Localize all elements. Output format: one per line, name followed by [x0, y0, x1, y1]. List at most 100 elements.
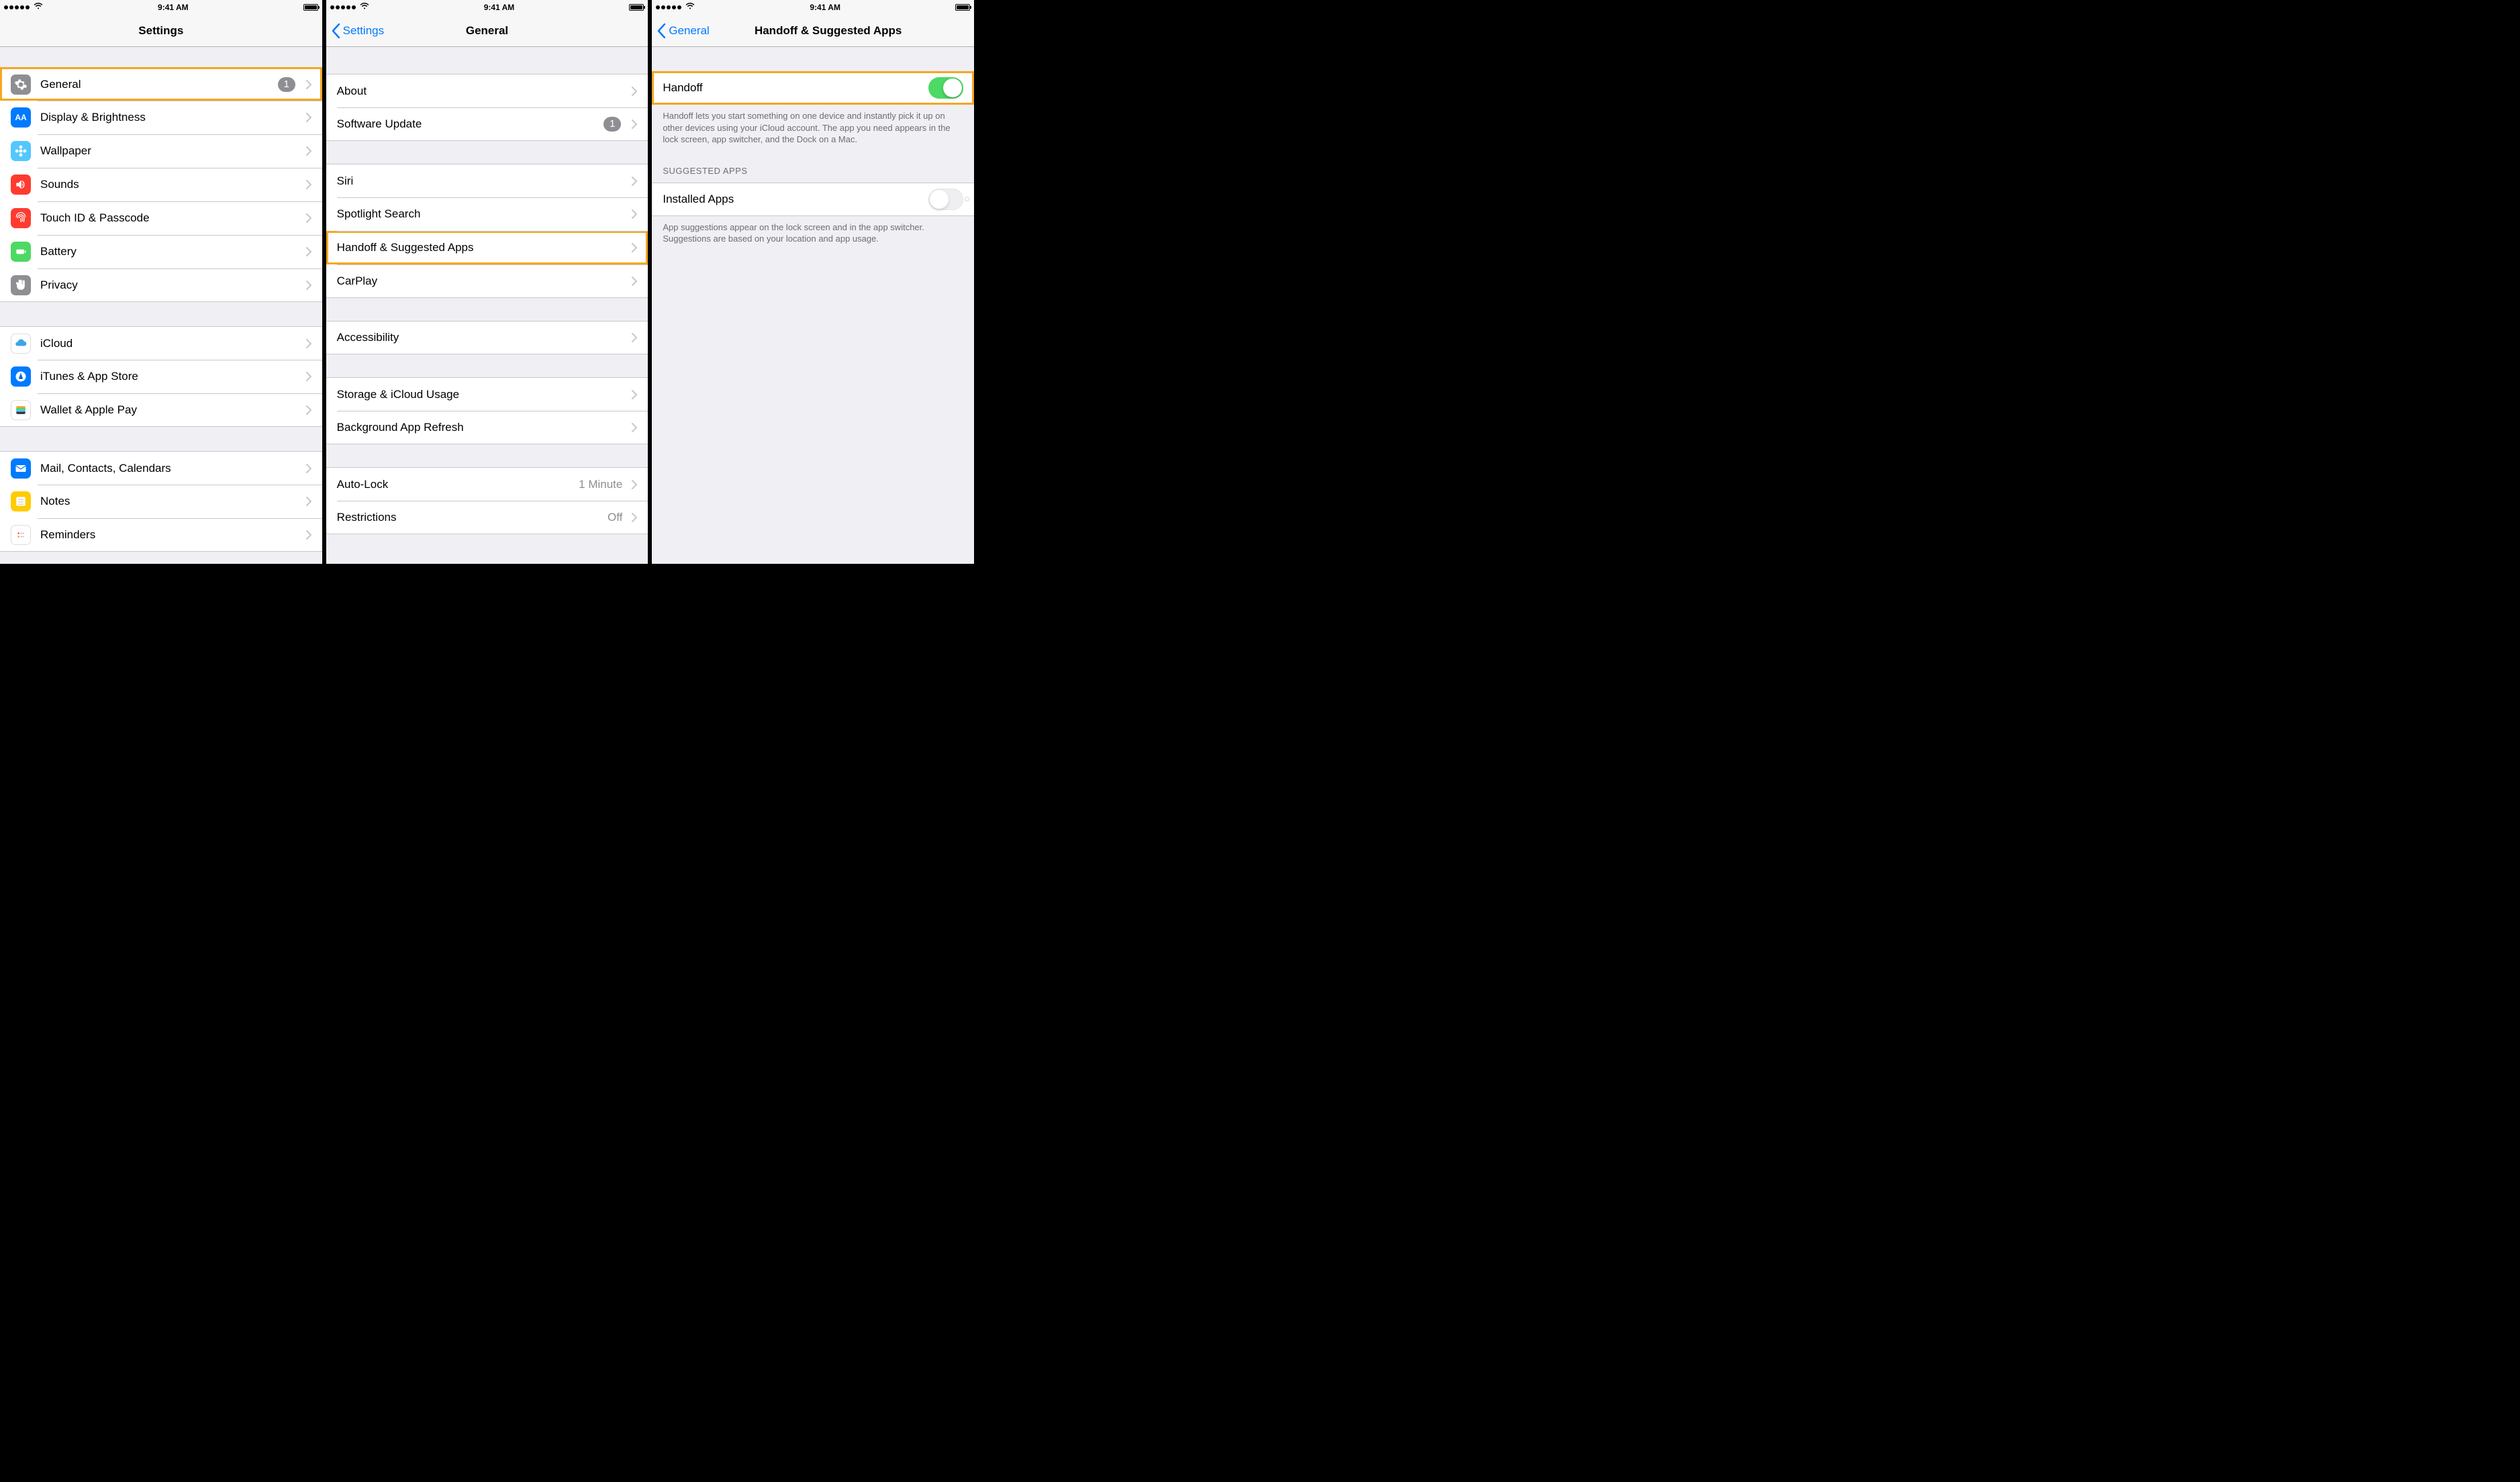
autolock-cell[interactable]: Auto-Lock1 Minute — [326, 467, 648, 501]
chevron-icon — [632, 390, 637, 399]
wallet-label: Wallet & Apple Pay — [40, 403, 301, 417]
chevron-icon — [632, 333, 637, 342]
carplay-label: CarPlay — [337, 275, 627, 288]
status-time: 9:41 AM — [810, 3, 840, 12]
battery-icon — [303, 4, 318, 11]
storage-cell[interactable]: Storage & iCloud Usage — [326, 377, 648, 411]
accessibility-cell[interactable]: Accessibility — [326, 321, 648, 354]
carplay-cell[interactable]: CarPlay — [326, 264, 648, 298]
bgrefresh-cell[interactable]: Background App Refresh — [326, 411, 648, 444]
chevron-icon — [306, 464, 311, 473]
wifi-icon — [360, 3, 369, 12]
accessibility-label: Accessibility — [337, 331, 627, 344]
handoff-label: Handoff & Suggested Apps — [337, 241, 627, 254]
handoff-toggle-cell[interactable]: Handoff — [652, 71, 974, 105]
notes-label: Notes — [40, 495, 301, 508]
gear-icon — [11, 75, 31, 95]
spotlight-label: Spotlight Search — [337, 207, 627, 221]
back-label: General — [669, 24, 709, 38]
display-cell[interactable]: AADisplay & Brightness — [0, 101, 322, 134]
siri-cell[interactable]: Siri — [326, 164, 648, 197]
handoff-label: Handoff — [663, 81, 928, 95]
general-list[interactable]: AboutSoftware Update1 Siri Spotlight Searc… — [326, 47, 648, 564]
hand-icon — [11, 275, 31, 295]
reminders-icon — [11, 525, 31, 545]
status-time: 9:41 AM — [158, 3, 189, 12]
appstore-icon — [11, 366, 31, 387]
general-cell[interactable]: General1 — [0, 67, 322, 101]
settings-list[interactable]: General1AADisplay & BrightnessWallpaper S… — [0, 47, 322, 564]
reminders-cell[interactable]: Reminders — [0, 518, 322, 552]
touchid-label: Touch ID & Passcode — [40, 211, 301, 225]
about-cell[interactable]: About — [326, 74, 648, 107]
status-time: 9:41 AM — [484, 3, 515, 12]
installed-apps-toggle-cell[interactable]: Installed Apps — [652, 183, 974, 216]
installed-apps-switch[interactable] — [928, 189, 963, 210]
chevron-icon — [632, 277, 637, 286]
nav-bar: Settings — [0, 15, 322, 47]
wallpaper-cell[interactable]: Wallpaper — [0, 134, 322, 168]
battery-icon — [11, 242, 31, 262]
speaker-icon — [11, 175, 31, 195]
cloud-icon — [11, 334, 31, 354]
reminders-label: Reminders — [40, 528, 301, 542]
touchid-cell[interactable]: Touch ID & Passcode — [0, 201, 322, 235]
chevron-icon — [306, 372, 311, 381]
itunes-cell[interactable]: iTunes & App Store — [0, 360, 322, 393]
AA-icon: AA — [11, 107, 31, 128]
privacy-label: Privacy — [40, 279, 301, 292]
flower-icon — [11, 141, 31, 161]
mail-label: Mail, Contacts, Calendars — [40, 462, 301, 475]
chevron-icon — [632, 119, 637, 129]
handoff-cell[interactable]: Handoff & Suggested Apps — [326, 231, 648, 264]
fingerprint-icon — [11, 208, 31, 228]
chevron-icon — [306, 247, 311, 256]
chevron-icon — [306, 113, 311, 122]
autolock-detail: 1 Minute — [579, 478, 622, 491]
mail-icon — [11, 458, 31, 479]
signal-strength — [4, 3, 43, 12]
mail-cell[interactable]: Mail, Contacts, Calendars — [0, 451, 322, 485]
signal-strength — [656, 3, 695, 12]
chevron-icon — [306, 405, 311, 415]
notes-cell[interactable]: Notes — [0, 485, 322, 518]
battery-cell[interactable]: Battery — [0, 235, 322, 268]
back-button[interactable]: Settings — [332, 23, 384, 38]
handoff-switch[interactable] — [928, 77, 963, 99]
restrictions-detail: Off — [608, 511, 622, 524]
handoff-list[interactable]: Handoff Handoff lets you start something… — [652, 47, 974, 564]
chevron-icon — [632, 87, 637, 96]
privacy-cell[interactable]: Privacy — [0, 268, 322, 302]
wallet-cell[interactable]: Wallet & Apple Pay — [0, 393, 322, 427]
wifi-icon — [685, 3, 695, 12]
spotlight-cell[interactable]: Spotlight Search — [326, 197, 648, 231]
notes-icon — [11, 491, 31, 511]
wifi-icon — [34, 3, 43, 12]
chevron-icon — [632, 423, 637, 432]
restrictions-cell[interactable]: RestrictionsOff — [326, 501, 648, 534]
status-bar: 9:41 AM — [326, 0, 648, 15]
icloud-cell[interactable]: iCloud — [0, 326, 322, 360]
status-bar: 9:41 AM — [652, 0, 974, 15]
suggested-apps-header: SUGGESTED APPS — [652, 162, 974, 180]
chevron-icon — [306, 497, 311, 506]
status-bar: 9:41 AM — [0, 0, 322, 15]
signal-strength — [330, 3, 369, 12]
settings-screen: 9:41 AM Settings General1AADisplay & Bri… — [0, 0, 326, 564]
swupdate-cell[interactable]: Software Update1 — [326, 107, 648, 141]
sounds-cell[interactable]: Sounds — [0, 168, 322, 201]
siri-label: Siri — [337, 175, 627, 188]
battery-icon — [955, 4, 970, 11]
chevron-icon — [306, 80, 311, 89]
sounds-label: Sounds — [40, 178, 301, 191]
general-screen: 9:41 AM Settings General AboutSoftware U… — [326, 0, 652, 564]
back-button[interactable]: General — [657, 23, 709, 38]
general-label: General — [40, 78, 278, 91]
nav-bar: Settings General — [326, 15, 648, 47]
battery-label: Battery — [40, 245, 301, 258]
chevron-icon — [306, 213, 311, 223]
storage-label: Storage & iCloud Usage — [337, 388, 627, 401]
handoff-description: Handoff lets you start something on one … — [652, 105, 974, 146]
installed-apps-label: Installed Apps — [663, 193, 928, 206]
swupdate-badge: 1 — [603, 117, 621, 132]
